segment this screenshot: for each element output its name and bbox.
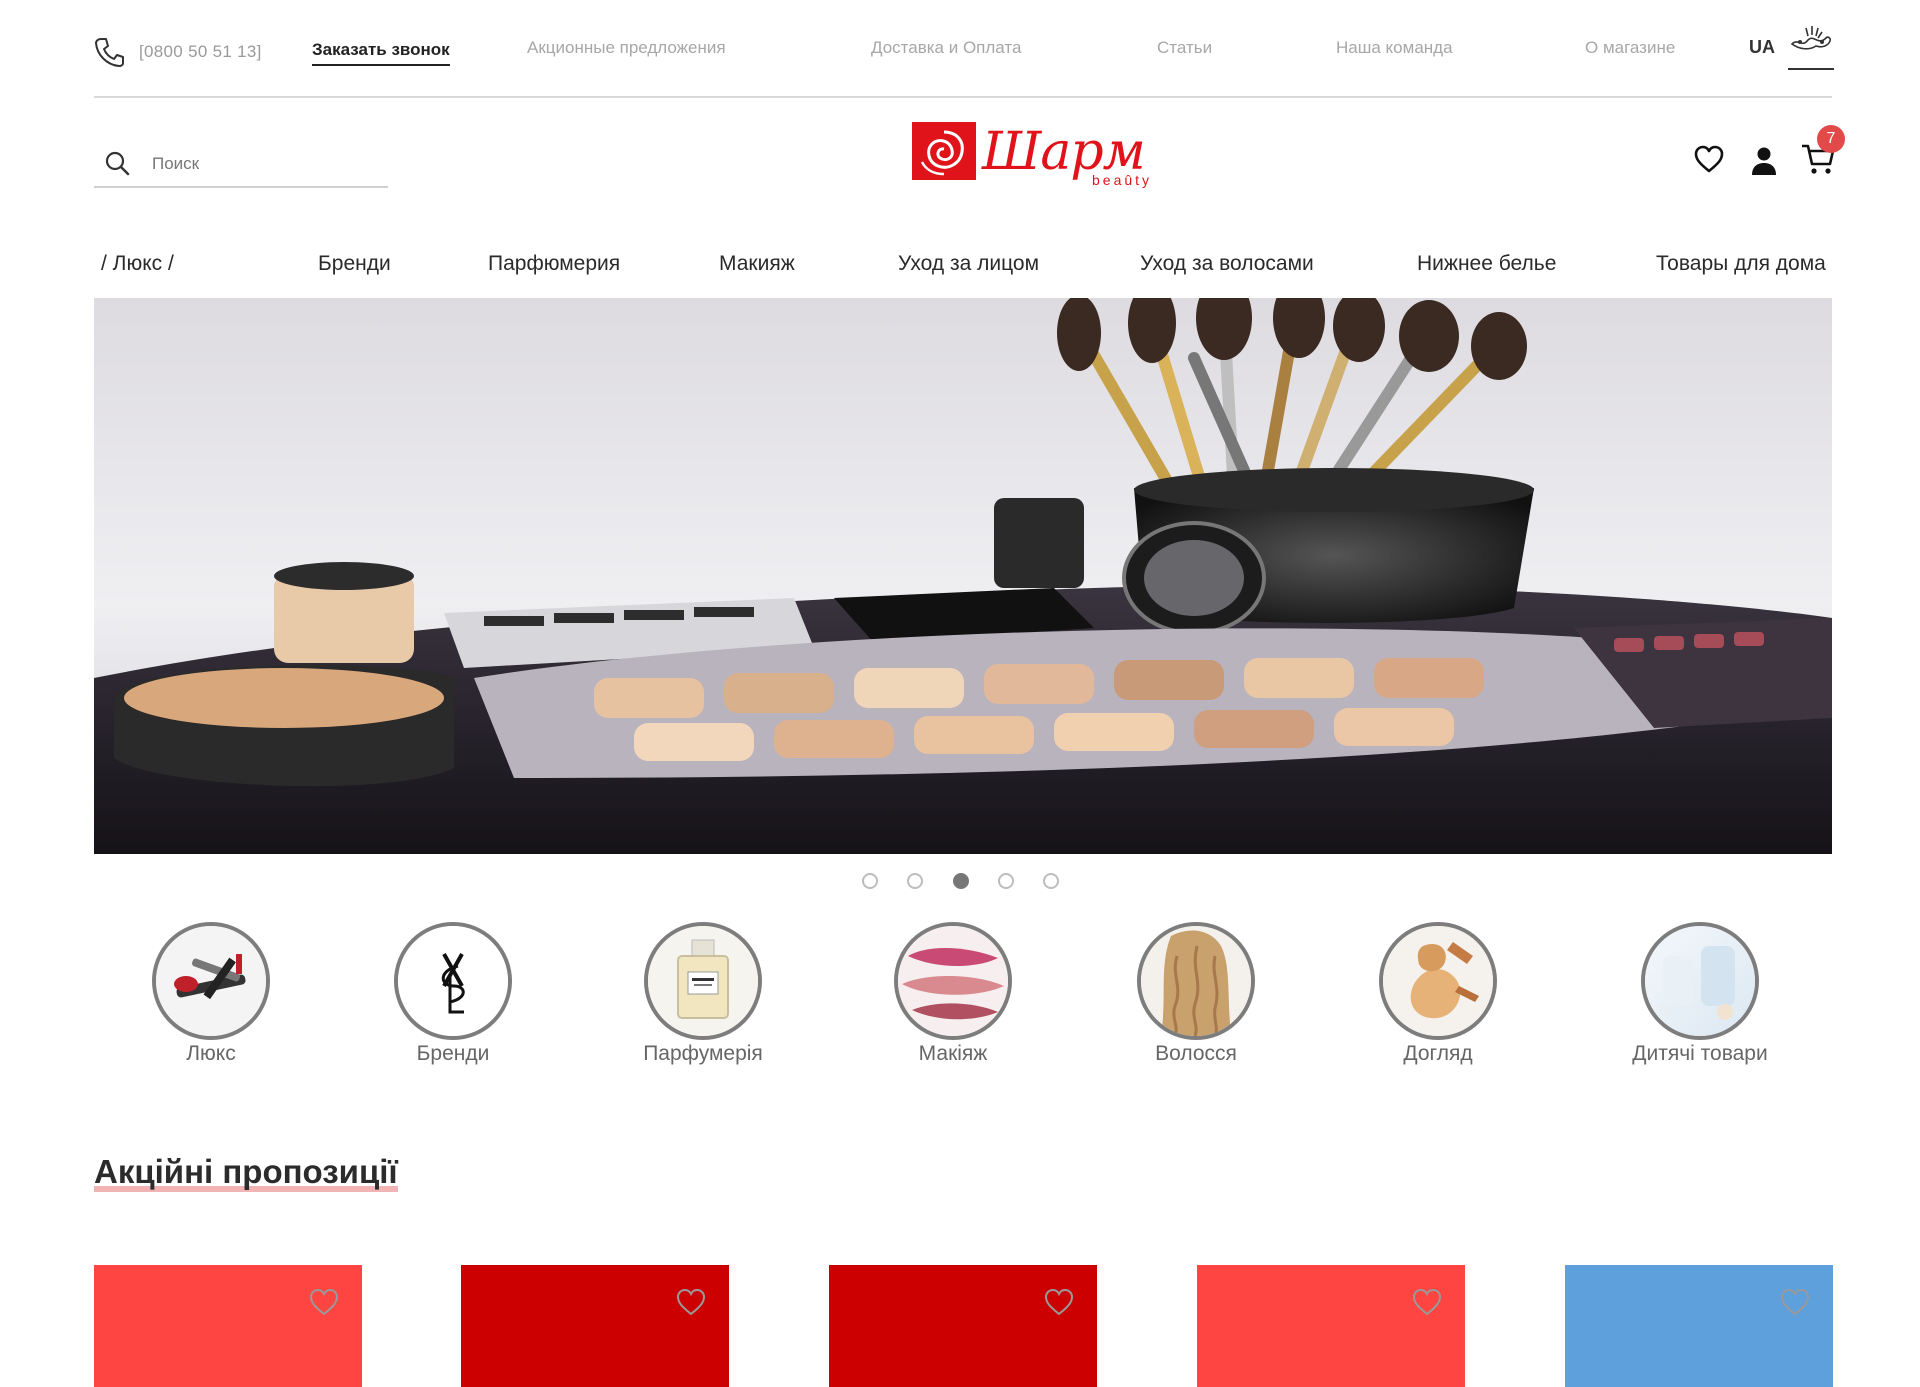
category-image	[1137, 922, 1255, 1040]
carousel-dot-4[interactable]	[998, 873, 1014, 889]
category-label: Парфумерія	[643, 1042, 763, 1065]
category-lux[interactable]: Люкс	[111, 922, 311, 1066]
toplink-promotions[interactable]: Акционные предложения	[527, 38, 726, 58]
card-wishlist-heart-icon[interactable]	[308, 1287, 340, 1317]
category-label: Волосся	[1155, 1042, 1237, 1065]
nav-item-hair-care[interactable]: Уход за волосами	[1140, 252, 1314, 276]
category-care[interactable]: Догляд	[1338, 922, 1538, 1066]
card-wishlist-heart-icon[interactable]	[1411, 1287, 1443, 1317]
toplink-articles[interactable]: Статьи	[1157, 38, 1212, 58]
card-wishlist-heart-icon[interactable]	[1043, 1287, 1075, 1317]
category-image	[1641, 922, 1759, 1040]
language-switcher[interactable]: UA	[1749, 37, 1775, 58]
category-label: Люкс	[186, 1042, 236, 1065]
logo-subtitle: beaûty	[1092, 172, 1153, 188]
nav-item-underwear[interactable]: Нижнее белье	[1417, 252, 1556, 276]
callback-button[interactable]: Заказать звонок	[312, 40, 450, 66]
category-perfumery[interactable]: Парфумерія	[603, 922, 803, 1066]
category-image	[644, 922, 762, 1040]
category-brands[interactable]: Бренди	[353, 922, 553, 1066]
category-image	[1379, 922, 1497, 1040]
promo-card[interactable]	[829, 1265, 1097, 1387]
cart-count-badge: 7	[1817, 125, 1845, 153]
card-wishlist-heart-icon[interactable]	[675, 1287, 707, 1317]
promo-section-title: Акційні пропозиції	[94, 1153, 398, 1190]
carousel-dot-5[interactable]	[1043, 873, 1059, 889]
category-label: Макіяж	[918, 1042, 988, 1065]
carousel-dot-3[interactable]	[953, 873, 969, 889]
nav-item-lux[interactable]: / Люкс /	[101, 252, 174, 276]
promo-card[interactable]	[1565, 1265, 1833, 1387]
category-image	[152, 922, 270, 1040]
promo-card[interactable]	[94, 1265, 362, 1387]
nav-item-home-goods[interactable]: Товары для дома	[1656, 252, 1826, 276]
category-image	[894, 922, 1012, 1040]
search-input[interactable]	[150, 148, 384, 180]
search-icon[interactable]	[104, 150, 130, 176]
nav-item-face-care[interactable]: Уход за лицом	[898, 252, 1039, 276]
category-makeup[interactable]: Макіяж	[853, 922, 1053, 1066]
nav-item-makeup[interactable]: Макияж	[719, 252, 795, 276]
hero-banner-image[interactable]	[94, 298, 1832, 854]
toplink-delivery[interactable]: Доставка и Оплата	[871, 38, 1021, 58]
card-wishlist-heart-icon[interactable]	[1779, 1287, 1811, 1317]
language-flag-icon[interactable]	[1788, 24, 1834, 70]
nav-item-perfumery[interactable]: Парфюмерия	[488, 252, 620, 276]
phone-number[interactable]: [0800 50 51 13]	[139, 42, 262, 62]
toplink-team[interactable]: Наша команда	[1336, 38, 1453, 58]
category-label: Догляд	[1403, 1042, 1473, 1065]
promo-card[interactable]	[461, 1265, 729, 1387]
promo-card[interactable]	[1197, 1265, 1465, 1387]
nav-item-brands[interactable]: Бренди	[318, 252, 391, 276]
category-image	[394, 922, 512, 1040]
rose-logo-icon	[912, 122, 976, 180]
phone-icon	[95, 38, 124, 67]
site-logo[interactable]: Шарм beaûty	[912, 122, 1172, 194]
toplink-about[interactable]: О магазине	[1585, 38, 1675, 58]
carousel-dot-2[interactable]	[907, 873, 923, 889]
category-label: Бренди	[416, 1042, 490, 1065]
category-hair[interactable]: Волосся	[1096, 922, 1296, 1066]
carousel-dot-1[interactable]	[862, 873, 878, 889]
category-label: Дитячі товари	[1632, 1042, 1768, 1065]
category-kids[interactable]: Дитячі товари	[1600, 922, 1800, 1066]
user-account-icon[interactable]	[1750, 146, 1778, 176]
wishlist-heart-icon[interactable]	[1694, 145, 1724, 173]
